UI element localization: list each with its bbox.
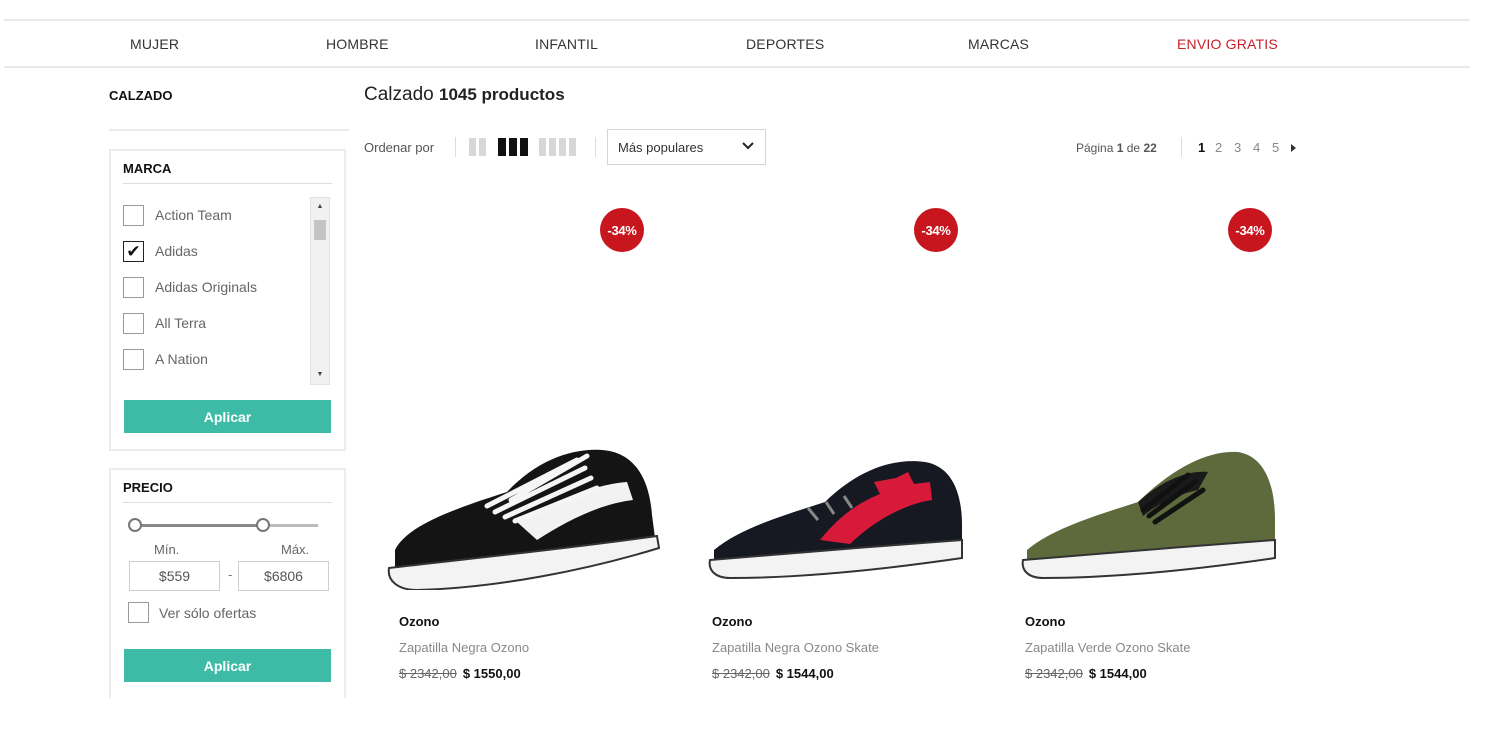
brand-option-a-nation[interactable]: A Nation xyxy=(123,341,309,377)
brand-filter-panel: MARCA Action Team ✔ Adidas Adidas Origin… xyxy=(109,149,346,451)
pagination-summary: Página 1 de 22 xyxy=(1076,141,1157,155)
brand-checkbox-checked[interactable]: ✔ xyxy=(123,240,144,262)
price-range-slider[interactable] xyxy=(135,524,318,527)
product-name[interactable]: Zapatilla Negra Ozono Skate xyxy=(712,640,879,655)
grid-view-2-cols-icon[interactable] xyxy=(469,138,486,156)
brand-option-label: Action Team xyxy=(155,207,232,223)
product-image[interactable] xyxy=(700,420,980,590)
category-name: Calzado xyxy=(364,84,434,105)
scroll-down-icon[interactable]: ▼ xyxy=(311,368,329,382)
pagination-total: 22 xyxy=(1143,141,1157,155)
nav-item-envio-gratis[interactable]: ENVIO GRATIS xyxy=(1177,36,1278,52)
product-old-price: $ 2342,00 xyxy=(399,666,457,681)
divider xyxy=(595,137,596,157)
nav-item-marcas[interactable]: MARCAS xyxy=(968,36,1029,52)
sidebar-title: CALZADO xyxy=(109,88,173,103)
grid-view-4-cols-icon[interactable] xyxy=(539,138,576,156)
brand-checkbox[interactable] xyxy=(123,312,144,334)
price-max-handle[interactable] xyxy=(256,518,271,532)
brand-option-partial[interactable] xyxy=(123,377,309,383)
price-apply-button[interactable]: Aplicar xyxy=(124,649,331,682)
product-old-price: $ 2342,00 xyxy=(712,666,770,681)
page-link-4[interactable]: 4 xyxy=(1253,140,1260,155)
divider xyxy=(455,137,456,157)
sort-selected-value: Más populares xyxy=(618,139,704,155)
offers-only-label: Ver sólo ofertas xyxy=(159,604,257,621)
product-image[interactable] xyxy=(1013,420,1293,590)
brand-list-scrollbar[interactable]: ▲ ▼ xyxy=(310,197,330,385)
price-range-fill xyxy=(135,524,264,527)
brand-option-all-terra[interactable]: All Terra xyxy=(123,305,309,341)
divider xyxy=(1181,137,1182,157)
product-count: 1045 productos xyxy=(439,85,565,104)
chevron-down-icon xyxy=(742,142,754,150)
top-navigation: MUJER HOMBRE INFANTIL DEPORTES MARCAS EN… xyxy=(4,19,1470,68)
product-price: $ 2342,00 $ 1544,00 xyxy=(712,666,834,681)
price-filter-panel: PRECIO Mín. Máx. - Ver sólo ofertas Apli… xyxy=(109,468,346,698)
product-sale-price: $ 1544,00 xyxy=(1088,666,1147,681)
product-brand: Ozono xyxy=(712,614,753,629)
nav-item-infantil[interactable]: INFANTIL xyxy=(535,36,598,52)
brand-option-adidas[interactable]: ✔ Adidas xyxy=(123,233,309,269)
pagination-of: de xyxy=(1126,141,1141,155)
discount-badge: -34% xyxy=(1228,208,1272,252)
product-brand: Ozono xyxy=(399,614,440,629)
product-sale-price: $ 1550,00 xyxy=(462,666,521,681)
divider xyxy=(109,129,349,131)
brand-option-adidas-originals[interactable]: Adidas Originals xyxy=(123,269,309,305)
scroll-up-icon[interactable]: ▲ xyxy=(311,200,329,214)
brand-filter-heading: MARCA xyxy=(123,161,332,184)
price-max-label: Máx. xyxy=(281,542,310,557)
next-page-icon[interactable] xyxy=(1291,144,1296,152)
product-brand: Ozono xyxy=(1025,614,1066,629)
sort-label: Ordenar por xyxy=(364,140,435,155)
product-name[interactable]: Zapatilla Negra Ozono xyxy=(399,640,529,655)
pagination-prefix: Página xyxy=(1076,141,1114,155)
brand-option-label: Adidas Originals xyxy=(155,279,257,295)
page-link-2[interactable]: 2 xyxy=(1215,140,1222,155)
page-link-3[interactable]: 3 xyxy=(1234,140,1241,155)
price-min-input[interactable] xyxy=(129,561,220,591)
sort-select[interactable]: Más populares xyxy=(607,129,766,165)
product-card[interactable]: -34% Ozono Zapatilla Negra Ozono Skate $… xyxy=(700,200,990,690)
product-image[interactable] xyxy=(387,420,667,590)
brand-option-label: All Terra xyxy=(155,315,207,331)
check-icon: ✔ xyxy=(126,241,141,261)
scroll-thumb[interactable] xyxy=(314,220,326,240)
price-filter-heading: PRECIO xyxy=(123,480,332,503)
brand-option-action-team[interactable]: Action Team xyxy=(123,197,309,233)
price-separator: - xyxy=(228,567,233,582)
product-sale-price: $ 1544,00 xyxy=(775,666,834,681)
offers-checkbox[interactable] xyxy=(128,602,149,623)
page-link-1[interactable]: 1 xyxy=(1198,140,1205,155)
brand-option-label: Adidas xyxy=(155,243,198,259)
product-name[interactable]: Zapatilla Verde Ozono Skate xyxy=(1025,640,1191,655)
offers-only-toggle[interactable]: Ver sólo ofertas xyxy=(128,602,256,623)
product-card[interactable]: -34% Ozono Zapatilla Verde Ozono Skate $… xyxy=(1013,200,1303,690)
brand-option-label: A Nation xyxy=(155,351,208,367)
page-title: Calzado 1045 productos xyxy=(364,84,565,106)
price-min-label: Mín. xyxy=(154,542,180,557)
product-price: $ 2342,00 $ 1550,00 xyxy=(399,666,521,681)
brand-checkbox[interactable] xyxy=(123,204,144,226)
nav-item-mujer[interactable]: MUJER xyxy=(130,36,179,52)
brand-list[interactable]: Action Team ✔ Adidas Adidas Originals Al… xyxy=(123,197,309,383)
product-old-price: $ 2342,00 xyxy=(1025,666,1083,681)
brand-apply-button[interactable]: Aplicar xyxy=(124,400,331,433)
discount-badge: -34% xyxy=(914,208,958,252)
brand-checkbox[interactable] xyxy=(123,276,144,298)
nav-item-deportes[interactable]: DEPORTES xyxy=(746,36,824,52)
grid-view-3-cols-icon[interactable] xyxy=(498,138,528,156)
brand-checkbox[interactable] xyxy=(123,348,144,370)
discount-badge: -34% xyxy=(600,208,644,252)
price-max-input[interactable] xyxy=(238,561,329,591)
price-min-handle[interactable] xyxy=(128,518,142,532)
product-price: $ 2342,00 $ 1544,00 xyxy=(1025,666,1147,681)
product-card[interactable]: -34% Ozono Zapatilla Negra Ozono $ 2342,… xyxy=(387,200,677,690)
pagination-current: 1 xyxy=(1116,141,1124,155)
page-link-5[interactable]: 5 xyxy=(1272,140,1279,155)
nav-item-hombre[interactable]: HOMBRE xyxy=(326,36,389,52)
